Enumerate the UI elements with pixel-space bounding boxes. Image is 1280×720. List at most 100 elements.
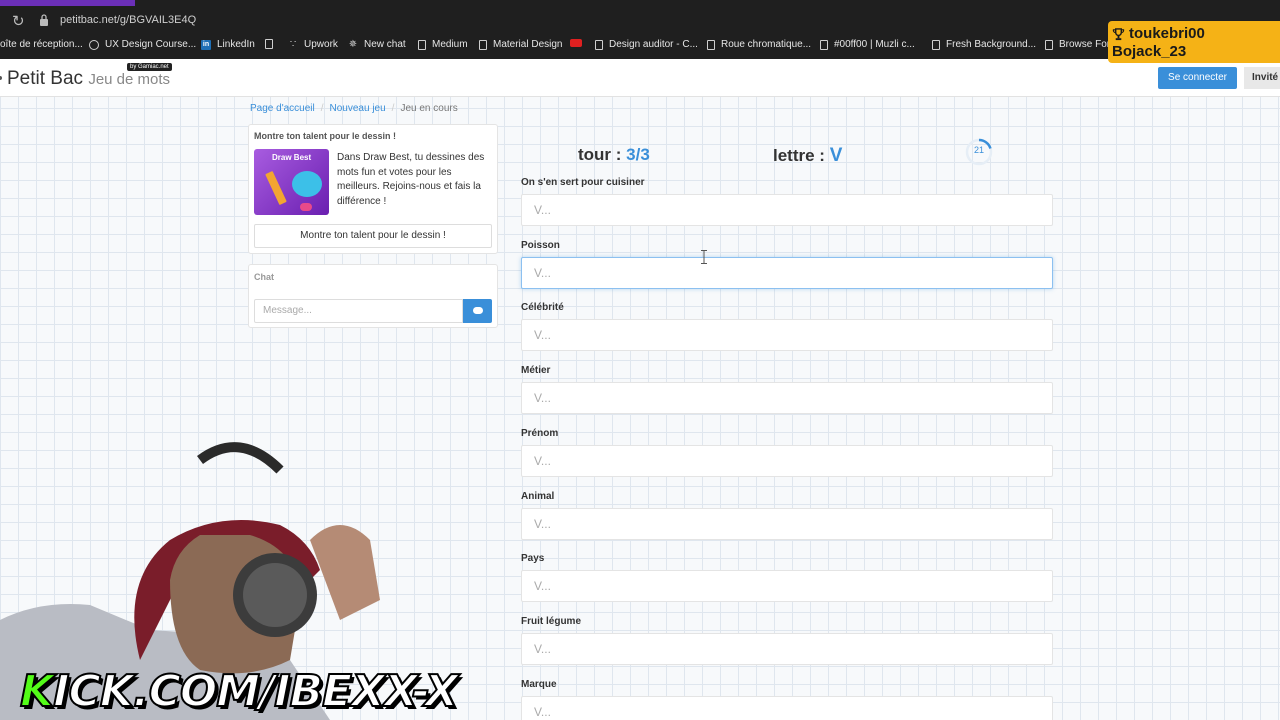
breadcrumb: Page d'accueil / Nouveau jeu / Jeu en co… xyxy=(250,103,458,114)
promo-cta-button[interactable]: Montre ton talent pour le dessin ! xyxy=(254,224,492,248)
pencil-icon xyxy=(265,170,287,206)
doc-icon xyxy=(932,39,940,50)
doc-icon xyxy=(595,39,603,50)
round-label: tour : xyxy=(578,145,622,164)
field-label-prenom: Prénom xyxy=(521,428,559,439)
field-label-metier: Métier xyxy=(521,365,551,376)
bookmark-design-auditor[interactable]: Design auditor - C... xyxy=(595,39,698,50)
field-input-celebrite[interactable] xyxy=(521,319,1053,351)
bookmark-upwork[interactable]: ∵ Upwork xyxy=(288,39,338,50)
field-label-fruit-legume: Fruit légume xyxy=(521,616,582,627)
field-input-cuisiner[interactable] xyxy=(521,194,1053,226)
reload-icon[interactable]: ↻ xyxy=(12,12,25,30)
openai-icon: ✵ xyxy=(348,39,358,50)
url-text[interactable]: petitbac.net/g/BGVAIL3E4Q xyxy=(60,14,196,26)
youtube-icon xyxy=(570,39,582,47)
breadcrumb-home[interactable]: Page d'accueil xyxy=(250,103,315,114)
breadcrumb-separator: / xyxy=(320,103,324,114)
thumbnail-title: Draw Best xyxy=(272,153,312,162)
viewer-name: Bojack_23 xyxy=(1112,43,1187,60)
circle-icon xyxy=(89,39,99,50)
bookmark-label: Fresh Background... xyxy=(946,39,1037,50)
doc-icon xyxy=(820,39,828,50)
round-indicator: tour : 3/3 xyxy=(578,145,650,165)
breadcrumb-current: Jeu en cours xyxy=(400,103,458,114)
promo-description: Dans Draw Best, tu dessines des mots fun… xyxy=(337,152,485,207)
bubble-icon xyxy=(292,171,322,197)
bookmark-linkedin[interactable]: in LinkedIn xyxy=(201,39,255,50)
bookmark-label: UX Design Course... xyxy=(105,39,197,50)
field-input-marque[interactable] xyxy=(521,696,1053,720)
text-cursor-icon xyxy=(701,250,707,264)
lock-icon xyxy=(40,14,48,26)
viewer-name: toukebri00 xyxy=(1129,25,1205,42)
trophy-icon xyxy=(1112,27,1125,40)
bookmark-label: Browse Fon xyxy=(1059,39,1113,50)
letter-indicator: lettre : V xyxy=(773,145,842,167)
round-value: 3/3 xyxy=(626,145,650,164)
bookmark-material-design[interactable]: Material Design xyxy=(479,39,562,50)
gamiac-badge[interactable]: by Gamiac.net xyxy=(127,63,172,71)
bookmark-medium[interactable]: Medium xyxy=(418,39,468,50)
bookmark-label: Upwork xyxy=(304,39,338,50)
bookmark-new-chat[interactable]: ✵ New chat xyxy=(348,39,406,50)
bookmark-label: Design auditor - C... xyxy=(609,39,698,50)
channel-watermark: KICK.COM/IBEXX-X xyxy=(19,665,459,718)
channel-watermark-text: KICK.COM/IBEXX-X xyxy=(19,665,459,718)
bookmark-youtube[interactable] xyxy=(570,39,582,47)
breadcrumb-new-game[interactable]: Nouveau jeu xyxy=(330,103,386,114)
doc-icon xyxy=(1045,39,1053,50)
bookmarks-bar: oîte de réception... UX Design Course...… xyxy=(0,38,1280,56)
login-button[interactable]: Se connecter xyxy=(1158,67,1237,89)
heart-icon xyxy=(300,203,312,211)
field-input-animal[interactable] xyxy=(521,508,1053,540)
field-label-celebrite: Célébrité xyxy=(521,302,564,313)
field-label-marque: Marque xyxy=(521,679,557,690)
bookmark-doc[interactable] xyxy=(265,39,273,49)
field-label-poisson: Poisson xyxy=(521,240,560,251)
field-label-animal: Animal xyxy=(521,491,555,502)
bookmark-roue-chromatique[interactable]: Roue chromatique... xyxy=(707,39,811,50)
field-label-pays: Pays xyxy=(521,553,545,564)
channel-watermark-rest: ICK.COM/IBEXX-X xyxy=(52,665,459,718)
breadcrumb-separator: / xyxy=(391,103,395,114)
chat-message-input[interactable]: Message... xyxy=(254,299,463,323)
bookmark-label: Material Design xyxy=(493,39,563,50)
bookmark-label: LinkedIn xyxy=(217,39,255,50)
doc-icon xyxy=(418,39,426,50)
field-input-prenom[interactable] xyxy=(521,445,1053,477)
brand-subtitle: Jeu de mots xyxy=(88,71,171,88)
linkedin-icon: in xyxy=(201,39,211,50)
guest-button[interactable]: Invité xyxy=(1244,67,1280,89)
bookmark-inbox[interactable]: oîte de réception... xyxy=(0,39,83,50)
doc-icon xyxy=(479,39,487,50)
brand-logo[interactable]: Petit Bac Jeu de mots xyxy=(7,68,170,90)
letter-value: V xyxy=(829,145,843,166)
bookmark-browse-fonts[interactable]: Browse Fon xyxy=(1045,39,1112,50)
bookmark-muzli[interactable]: #00ff00 | Muzli c... xyxy=(820,39,915,50)
site-header: Petit Bac Jeu de mots by Gamiac.net Se c… xyxy=(0,59,1280,97)
bookmark-fresh-background[interactable]: Fresh Background... xyxy=(932,39,1036,50)
chat-title: Chat xyxy=(254,272,274,282)
field-input-fruit-legume[interactable] xyxy=(521,633,1053,665)
bookmark-label: Medium xyxy=(432,39,468,50)
address-bar[interactable]: ↻ petitbac.net/g/BGVAIL3E4Q xyxy=(0,8,1280,34)
brand-title: Petit Bac xyxy=(7,68,84,89)
bookmark-label: New chat xyxy=(364,39,406,50)
field-input-pays[interactable] xyxy=(521,570,1053,602)
bookmark-label: oîte de réception... xyxy=(0,39,83,50)
chat-panel: Chat Message... xyxy=(248,264,498,328)
draw-best-promo-card: Montre ton talent pour le dessin ! Draw … xyxy=(248,124,498,254)
promo-title: Montre ton talent pour le dessin ! xyxy=(254,131,397,141)
upwork-icon: ∵ xyxy=(289,39,297,50)
draw-best-thumbnail[interactable]: Draw Best xyxy=(254,149,329,215)
field-input-poisson[interactable] xyxy=(521,257,1053,289)
stream-viewers-overlay: toukebri00 Bojack_23 xyxy=(1108,21,1280,63)
bookmark-ux-design-course[interactable]: UX Design Course... xyxy=(89,39,196,50)
channel-watermark-initial: K xyxy=(19,665,55,718)
field-input-metier[interactable] xyxy=(521,382,1053,414)
bookmark-label: Roue chromatique... xyxy=(721,39,812,50)
doc-icon xyxy=(707,39,715,50)
chat-send-button[interactable] xyxy=(463,299,492,323)
brand-dot xyxy=(0,76,2,80)
